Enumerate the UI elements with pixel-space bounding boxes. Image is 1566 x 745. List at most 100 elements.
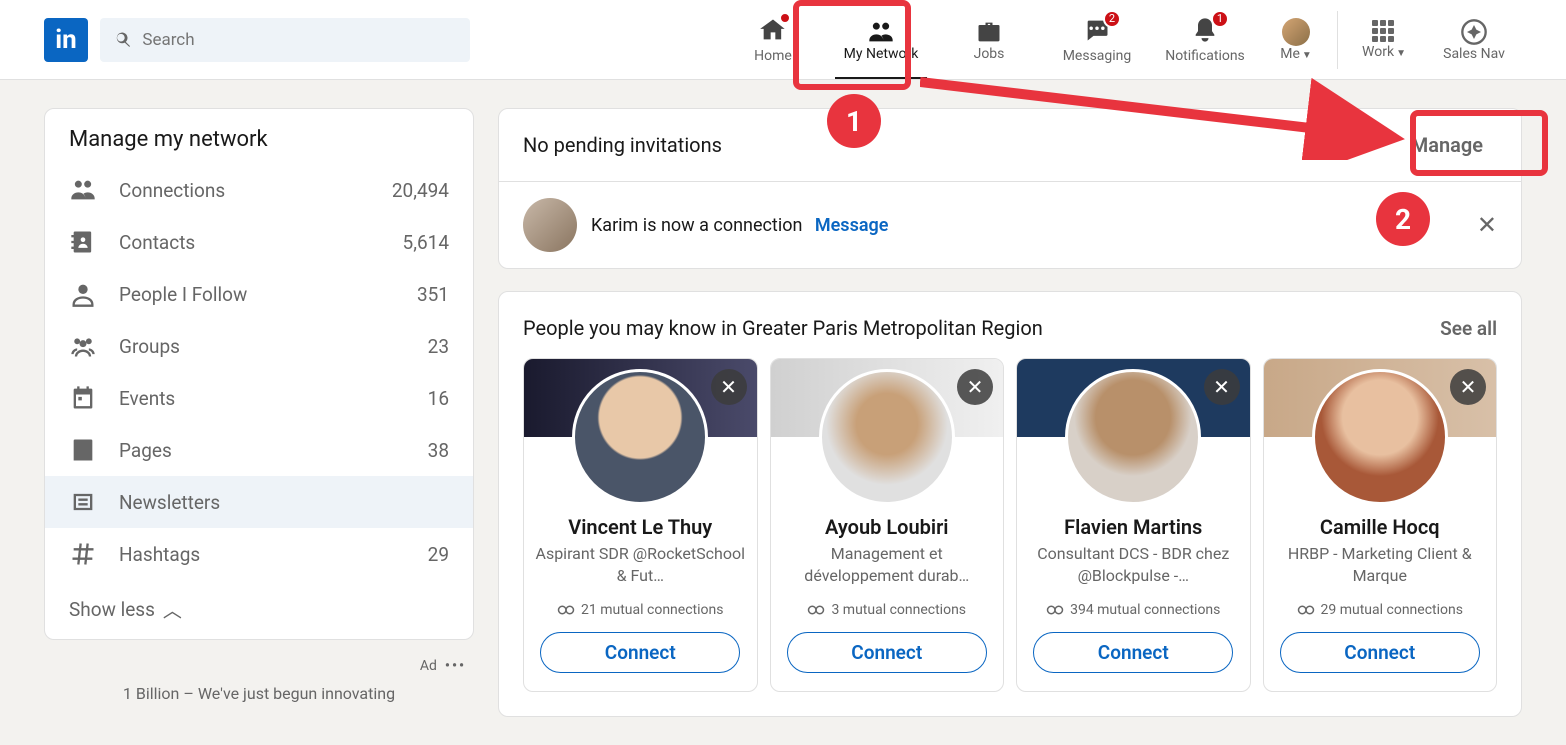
nav-label: Notifications bbox=[1165, 48, 1245, 64]
people-icon bbox=[867, 18, 895, 46]
message-link[interactable]: Message bbox=[815, 215, 889, 236]
dismiss-card-button[interactable]: ✕ bbox=[957, 369, 993, 405]
sidebar-item-people-i-follow[interactable]: People I Follow 351 bbox=[45, 268, 473, 320]
person-card: ✕ Vincent Le Thuy Aspirant SDR @RocketSc… bbox=[523, 358, 758, 692]
nav-messaging[interactable]: 2 Messaging bbox=[1043, 0, 1151, 79]
sidebar-item-connections[interactable]: Connections 20,494 bbox=[45, 164, 473, 216]
nav-home[interactable]: Home bbox=[719, 0, 827, 79]
nav-me[interactable]: Me▼ bbox=[1259, 0, 1333, 79]
notifications-badge: 1 bbox=[1211, 10, 1229, 28]
search-input[interactable] bbox=[142, 30, 456, 50]
ad-menu[interactable]: ••• bbox=[445, 658, 466, 674]
sidebar-list: Connections 20,494 Contacts 5,614 People… bbox=[45, 164, 473, 580]
caret-down-icon: ▼ bbox=[1396, 48, 1406, 59]
sidebar-item-events[interactable]: Events 16 bbox=[45, 372, 473, 424]
dismiss-card-button[interactable]: ✕ bbox=[1450, 369, 1486, 405]
nav-sales-nav[interactable]: Sales Nav bbox=[1426, 0, 1522, 79]
top-nav: in Home My Network Jobs 2 Messaging bbox=[0, 0, 1566, 80]
link-icon bbox=[807, 604, 825, 616]
nav-notifications[interactable]: 1 Notifications bbox=[1151, 0, 1259, 79]
mutual-connections: 29 mutual connections bbox=[1297, 602, 1463, 618]
sidebar-item-count: 20,494 bbox=[392, 179, 449, 202]
sidebar-title: Manage my network bbox=[45, 109, 473, 164]
home-badge bbox=[779, 12, 791, 24]
person-name[interactable]: Vincent Le Thuy bbox=[568, 515, 712, 539]
pymk-header: People you may know in Greater Paris Met… bbox=[523, 316, 1497, 340]
sidebar-item-label: Newsletters bbox=[119, 491, 449, 514]
manage-button[interactable]: Manage bbox=[1397, 127, 1497, 163]
nav-label: Work▼ bbox=[1362, 44, 1406, 60]
link-icon bbox=[1046, 604, 1064, 616]
newsletter-icon bbox=[69, 488, 97, 516]
mutual-connections: 21 mutual connections bbox=[557, 602, 723, 618]
ad-header: Ad ••• bbox=[44, 640, 474, 680]
nav-label: Me▼ bbox=[1280, 46, 1312, 62]
briefcase-icon bbox=[975, 18, 1003, 46]
dismiss-button[interactable]: ✕ bbox=[1477, 211, 1497, 239]
invitations-title: No pending invitations bbox=[523, 133, 722, 157]
person-name[interactable]: Ayoub Loubiri bbox=[825, 515, 948, 539]
search-box[interactable] bbox=[100, 18, 470, 62]
people-icon bbox=[69, 176, 97, 204]
person-name[interactable]: Flavien Martins bbox=[1064, 515, 1202, 539]
avatar[interactable] bbox=[1312, 369, 1448, 505]
sidebar-item-count: 5,614 bbox=[403, 231, 449, 254]
avatar[interactable] bbox=[523, 198, 577, 252]
nav-work[interactable]: Work▼ bbox=[1342, 0, 1426, 79]
person-headline: Consultant DCS - BDR chez @Blockpulse -… bbox=[1017, 543, 1250, 588]
ad-text: 1 Billion – We've just begun innovating bbox=[44, 684, 474, 703]
sidebar-item-contacts[interactable]: Contacts 5,614 bbox=[45, 216, 473, 268]
mutual-connections: 394 mutual connections bbox=[1046, 602, 1220, 618]
sidebar-item-label: Contacts bbox=[119, 231, 403, 254]
nav-label: My Network bbox=[844, 46, 919, 62]
show-less-toggle[interactable]: Show less ︿ bbox=[45, 580, 473, 639]
connect-button[interactable]: Connect bbox=[540, 632, 740, 673]
sidebar-item-groups[interactable]: Groups 23 bbox=[45, 320, 473, 372]
nav-label: Sales Nav bbox=[1443, 46, 1505, 62]
new-connection-row: Karim is now a connection Message ✕ bbox=[499, 182, 1521, 268]
chevron-up-icon: ︿ bbox=[163, 596, 182, 623]
nav-separator bbox=[1337, 11, 1338, 69]
search-icon bbox=[114, 30, 132, 50]
person-speech-icon bbox=[69, 280, 97, 308]
connect-button[interactable]: Connect bbox=[1280, 632, 1480, 673]
main-layout: Manage my network Connections 20,494 Con… bbox=[0, 80, 1566, 745]
compass-icon bbox=[1460, 18, 1488, 46]
link-icon bbox=[1297, 604, 1315, 616]
sidebar-item-count: 29 bbox=[428, 543, 449, 566]
nav-jobs[interactable]: Jobs bbox=[935, 0, 1043, 79]
calendar-icon bbox=[69, 384, 97, 412]
avatar[interactable] bbox=[819, 369, 955, 505]
sidebar-item-label: Pages bbox=[119, 439, 428, 462]
see-all-button[interactable]: See all bbox=[1440, 317, 1497, 340]
sidebar-item-count: 16 bbox=[428, 387, 449, 410]
link-icon bbox=[557, 604, 575, 616]
messaging-badge: 2 bbox=[1103, 10, 1121, 28]
group-icon bbox=[69, 332, 97, 360]
apps-grid-icon bbox=[1372, 20, 1396, 44]
nav-my-network[interactable]: My Network bbox=[827, 0, 935, 79]
sidebar-item-label: People I Follow bbox=[119, 283, 417, 306]
dismiss-card-button[interactable]: ✕ bbox=[711, 369, 747, 405]
hashtag-icon bbox=[69, 540, 97, 568]
linkedin-logo[interactable]: in bbox=[44, 18, 88, 62]
avatar bbox=[1282, 18, 1310, 46]
avatar[interactable] bbox=[1065, 369, 1201, 505]
pymk-title: People you may know in Greater Paris Met… bbox=[523, 316, 1043, 340]
manage-network-card: Manage my network Connections 20,494 Con… bbox=[44, 108, 474, 640]
avatar[interactable] bbox=[572, 369, 708, 505]
mutual-connections: 3 mutual connections bbox=[807, 602, 966, 618]
nav-items: Home My Network Jobs 2 Messaging 1 Notif… bbox=[719, 0, 1522, 79]
sidebar-item-pages[interactable]: Pages 38 bbox=[45, 424, 473, 476]
pymk-grid: ✕ Vincent Le Thuy Aspirant SDR @RocketSc… bbox=[523, 358, 1497, 692]
connect-button[interactable]: Connect bbox=[1033, 632, 1233, 673]
person-headline: Management et développement durab… bbox=[771, 543, 1004, 588]
person-card: ✕ Camille Hocq HRBP - Marketing Client &… bbox=[1263, 358, 1498, 692]
pymk-card: People you may know in Greater Paris Met… bbox=[498, 291, 1522, 717]
dismiss-card-button[interactable]: ✕ bbox=[1204, 369, 1240, 405]
sidebar-item-newsletters[interactable]: Newsletters bbox=[45, 476, 473, 528]
person-name[interactable]: Camille Hocq bbox=[1320, 515, 1440, 539]
sidebar-item-hashtags[interactable]: Hashtags 29 bbox=[45, 528, 473, 580]
nav-label: Messaging bbox=[1063, 48, 1132, 64]
connect-button[interactable]: Connect bbox=[787, 632, 987, 673]
